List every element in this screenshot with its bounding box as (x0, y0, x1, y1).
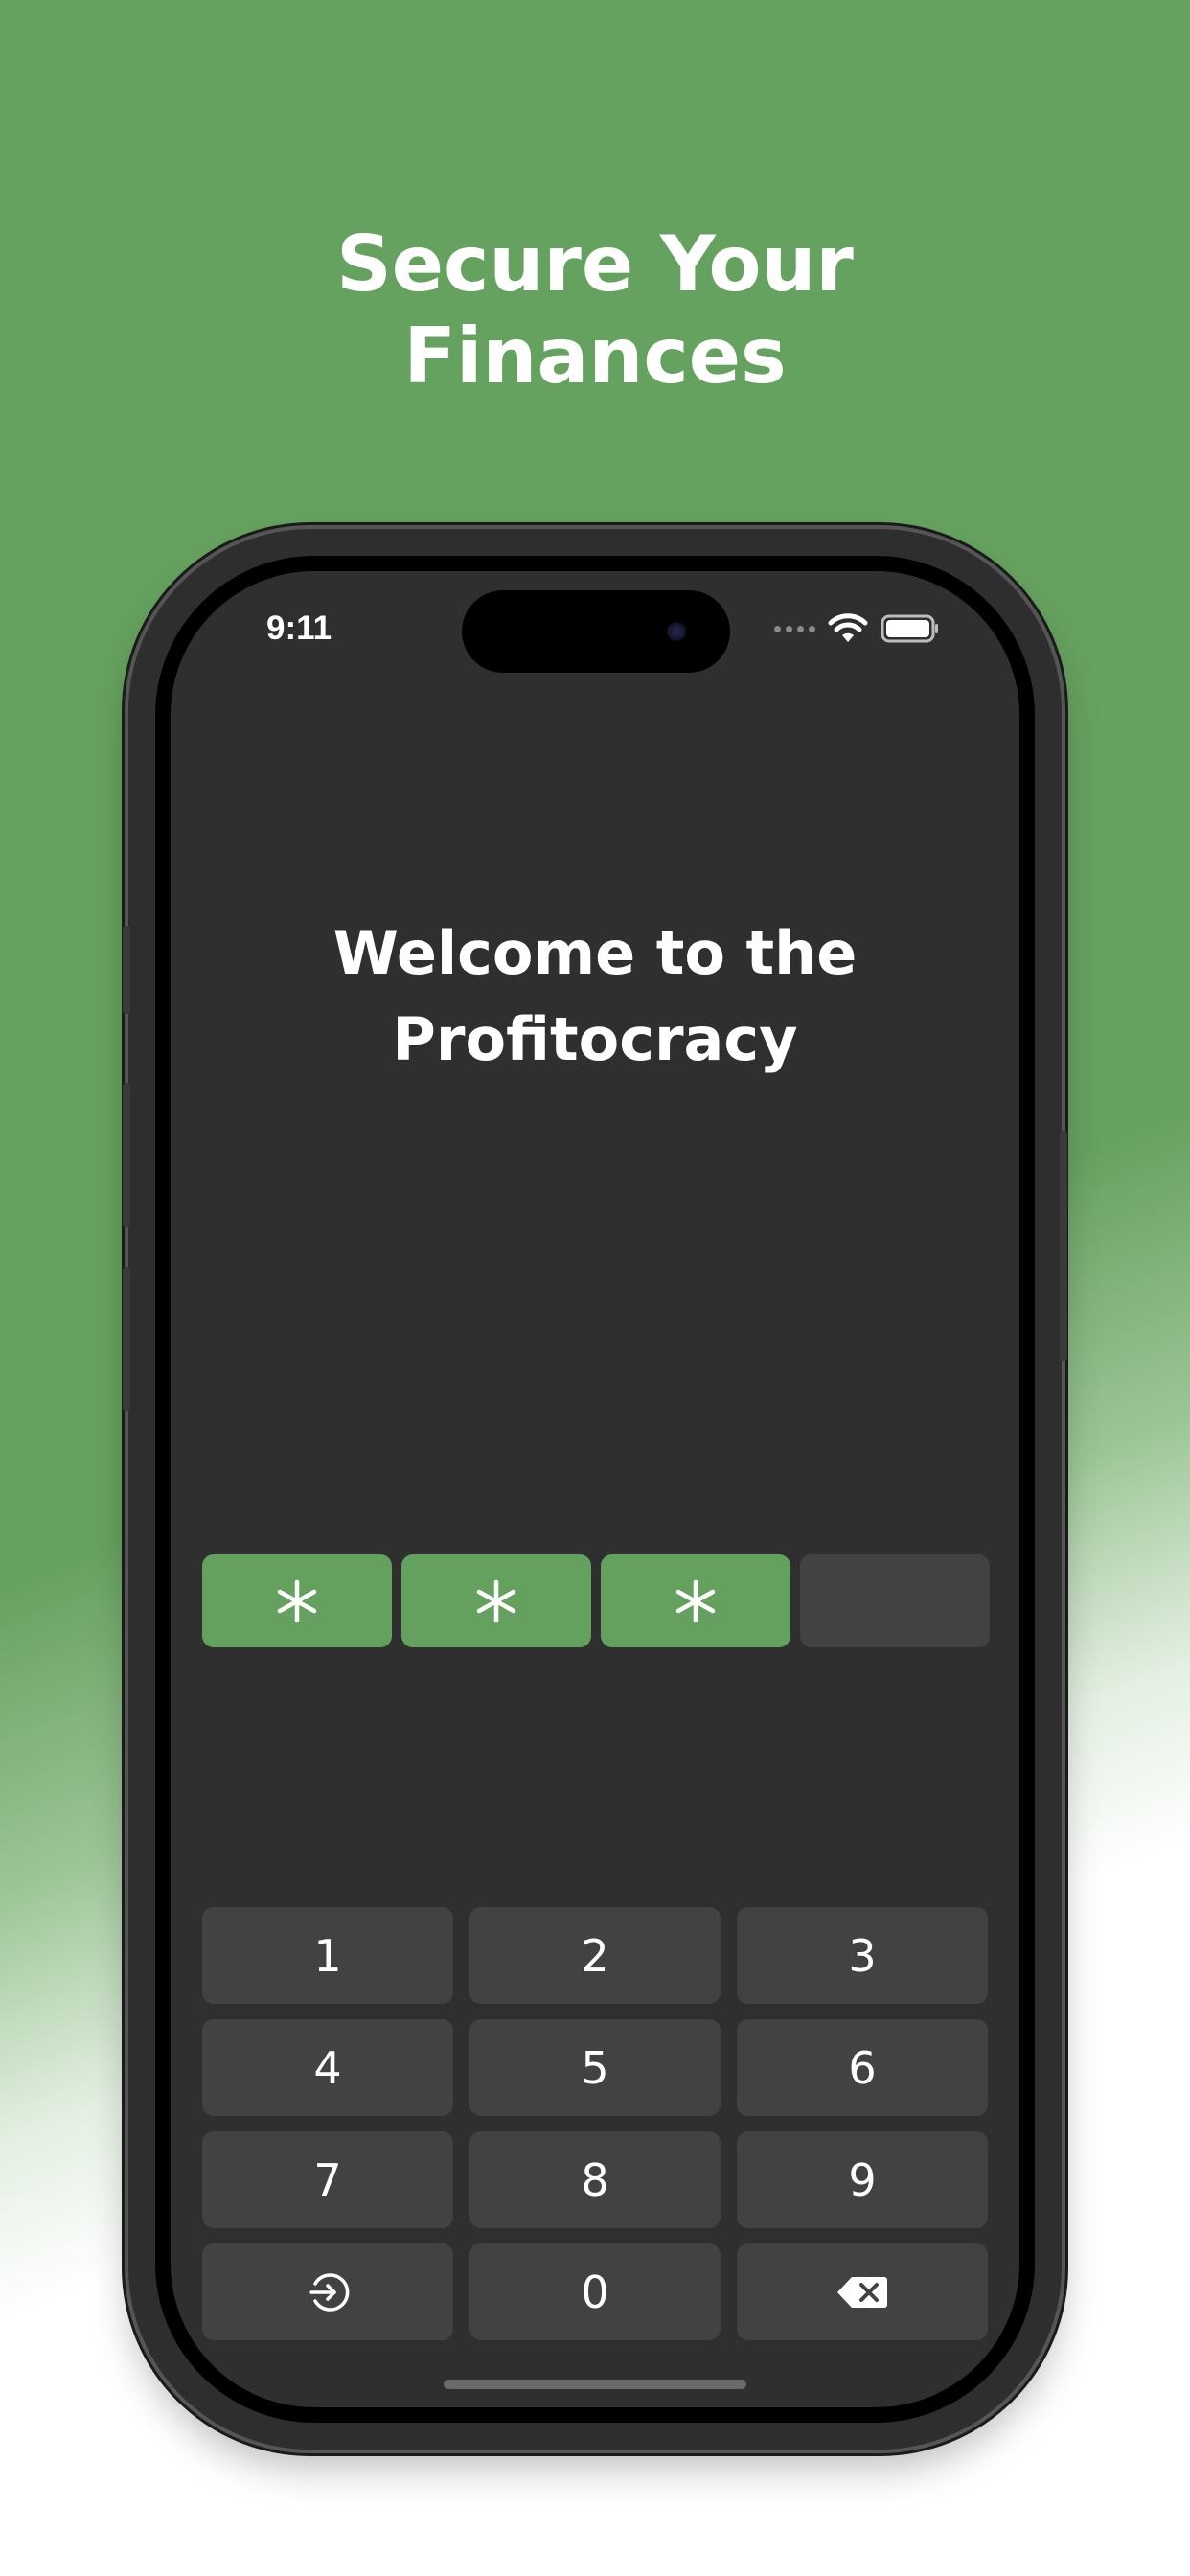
pin-digit-box-4 (800, 1554, 990, 1647)
key-8[interactable]: 8 (469, 2131, 721, 2228)
key-7[interactable]: 7 (202, 2131, 453, 2228)
home-indicator[interactable] (444, 2380, 746, 2389)
battery-icon (881, 614, 938, 643)
key-4[interactable]: 4 (202, 2019, 453, 2116)
promo-headline: Secure Your Finances (0, 218, 1190, 402)
signal-dots-icon (774, 625, 815, 632)
backspace-icon (837, 2276, 887, 2308)
welcome-line-2: Profitocracy (392, 1004, 798, 1074)
key-3[interactable]: 3 (737, 1907, 988, 2004)
status-icons (774, 610, 940, 648)
pin-digit-box-1 (202, 1554, 392, 1647)
headline-line-1: Secure Your (336, 219, 854, 309)
asterisk-icon (476, 1579, 516, 1622)
volume-down-button (123, 1267, 130, 1411)
pin-digit-box-3 (601, 1554, 790, 1647)
login-button[interactable] (202, 2243, 453, 2340)
wifi-icon (828, 613, 868, 642)
phone-screen: 9:11 Welcome to the Profitocracy 1 2 3 4… (171, 571, 1019, 2407)
key-2[interactable]: 2 (469, 1907, 721, 2004)
dynamic-island (462, 590, 730, 673)
numeric-keypad: 1 2 3 4 5 6 7 8 9 0 (202, 1907, 989, 2340)
pin-digit-box-2 (401, 1554, 591, 1647)
key-0[interactable]: 0 (469, 2243, 721, 2340)
volume-up-button (123, 1083, 130, 1227)
pin-code-display (202, 1554, 990, 1647)
action-button (123, 926, 130, 1014)
welcome-line-1: Welcome to the (332, 918, 858, 988)
key-9[interactable]: 9 (737, 2131, 988, 2228)
asterisk-icon (675, 1579, 716, 1622)
power-button (1060, 1131, 1067, 1361)
asterisk-icon (277, 1579, 317, 1622)
key-6[interactable]: 6 (737, 2019, 988, 2116)
front-camera-icon (667, 622, 686, 641)
headline-line-2: Finances (403, 311, 787, 401)
status-time: 9:11 (266, 610, 332, 647)
welcome-title: Welcome to the Profitocracy (171, 910, 1019, 1083)
backspace-button[interactable] (737, 2243, 988, 2340)
key-1[interactable]: 1 (202, 1907, 453, 2004)
login-icon (309, 2272, 350, 2312)
key-5[interactable]: 5 (469, 2019, 721, 2116)
